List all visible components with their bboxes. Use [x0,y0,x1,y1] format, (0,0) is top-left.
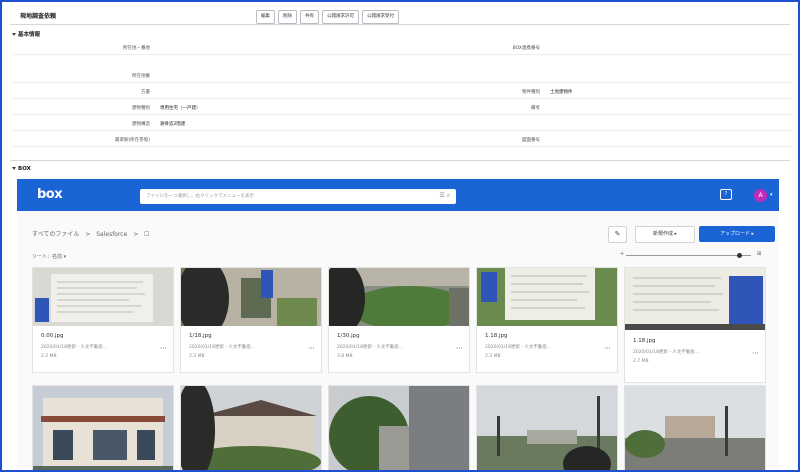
avatar[interactable]: A [754,189,767,202]
breadcrumb-separator: > [133,231,139,238]
field-value: 専用住宅（一戸建） [160,106,201,111]
file-card[interactable]: 1/30.jpg 2020/01/18更新 - 人文不動産... 3.8 MB … [328,267,470,373]
box-topbar: box ファイルを一つ選択し、右クリックでメニューを表示 ☰ ⌕ ? A ▾ [17,179,779,211]
more-options-icon[interactable]: ⋯ [456,344,463,352]
file-thumbnail [477,386,617,470]
field-row: 所在地・番地 BOX連携番号 [12,42,792,55]
breadcrumb-current: ☐ [144,231,150,238]
file-name[interactable]: 1/30.jpg [337,333,360,339]
edit-button[interactable]: 編集 [256,10,275,24]
field-value: 土地建物件 [550,90,573,95]
field-label: 図面番号 [522,138,540,143]
file-card[interactable] [180,385,322,470]
file-meta: 2020/01/18更新 - 人文不動産... [485,345,552,350]
file-name[interactable]: 0.00.jpg [41,333,64,339]
file-thumbnail [477,268,617,326]
section-divider [10,160,790,161]
file-thumbnail [181,386,321,470]
file-meta: 2020/01/18更新 - 人文不動産... [337,345,404,350]
file-size: 2.3 MB [485,354,501,359]
file-card[interactable] [32,385,174,470]
file-thumbnail [33,268,173,326]
field-row: 建物構造 鉄骨造2階建 [12,118,792,131]
field-label: 物件種別 [522,90,540,95]
more-options-icon[interactable]: ⋯ [604,344,611,352]
file-thumbnail [329,268,469,326]
file-card[interactable]: 1.18.jpg 2020/01/18更新 - 人文不動産... 2.3 MB … [476,267,618,373]
search-placeholder: ファイルを一つ選択し、右クリックでメニューを表示 [146,194,254,199]
field-label: 方書 [141,90,150,95]
box-logo[interactable]: box [37,187,63,202]
publish-approve-button[interactable]: 公開請求許可 [322,10,359,24]
sort-dropdown[interactable]: ソート：名前 ▾ [32,253,66,260]
field-row: 方書 物件種別 土地建物件 [12,86,792,99]
box-section-heading: BOX [18,166,31,172]
breadcrumb-all-files[interactable]: すべてのファイル [32,231,79,238]
breadcrumb: すべてのファイル > Salesforce > ☐ [32,229,154,238]
field-label: 備考 [531,106,540,111]
field-row: 最寄駅(所在参照) 図面番号 [12,134,792,147]
field-row: 所在地番 [12,70,792,83]
record-title: 現地調査依頼 [20,13,57,20]
file-thumbnail [181,268,321,326]
caret-down-icon [12,167,16,170]
file-thumbnail [329,386,469,470]
upload-button[interactable]: アップロード ▸ [699,226,775,242]
more-options-icon[interactable]: ⋯ [308,344,315,352]
more-options-icon[interactable]: ⋯ [752,349,759,357]
field-row: 建物種別 専用住宅（一戸建） 備考 [12,102,792,115]
file-thumbnail [625,386,765,470]
zoom-out-icon[interactable]: + [620,251,624,257]
box-search-input[interactable]: ファイルを一つ選択し、右クリックでメニューを表示 ☰ ⌕ [140,189,456,204]
field-label: 建物種別 [132,106,150,111]
box-embed: box ファイルを一つ選択し、右クリックでメニューを表示 ☰ ⌕ ? A ▾ す… [17,179,779,470]
help-icon[interactable]: ? [720,189,732,200]
zoom-slider[interactable] [626,255,751,256]
basic-section-heading: 基本情報 [18,32,41,38]
field-value: 鉄骨造2階建 [160,122,186,127]
breadcrumb-salesforce[interactable]: Salesforce [96,231,127,238]
file-meta: 2020/01/18更新 - 人文不動産... [189,345,256,350]
file-name[interactable]: 1.18.jpg [633,338,656,344]
file-card[interactable] [328,385,470,470]
field-label: 最寄駅(所在参照) [114,138,150,143]
file-size: 2.7 MB [633,359,649,364]
file-card[interactable]: 1/18.jpg 2020/01/18更新 - 人文不動産... 2.3 MB … [180,267,322,373]
delete-button[interactable]: 削除 [278,10,297,24]
file-card[interactable] [624,385,766,470]
file-card[interactable] [476,385,618,470]
breadcrumb-separator: > [85,231,91,238]
record-action-bar: 編集 削除 共有 公開請求許可 公開請求受付 [256,10,399,24]
file-meta: 2020/01/18更新 - 人文不動産... [41,345,108,350]
record-header: 現地調査依頼 編集 削除 共有 公開請求許可 公開請求受付 [2,2,798,24]
caret-down-icon [12,33,16,36]
chevron-down-icon[interactable]: ▾ [770,192,773,198]
file-thumbnail [625,268,765,330]
field-label: 所在地番 [132,74,150,79]
record-page: 現地調査依頼 編集 削除 共有 公開請求許可 公開請求受付 基本情報 所在地・番… [0,0,800,472]
file-size: 2.3 MB [189,354,205,359]
file-name[interactable]: 1/18.jpg [189,333,212,339]
field-label: 所在地・番地 [123,46,150,51]
share-button[interactable]: 共有 [300,10,319,24]
basic-section-toggle[interactable]: 基本情報 [12,30,40,38]
search-icon[interactable]: ☰ ⌕ [439,192,450,200]
edit-icon[interactable]: ✎ [608,226,627,243]
new-button[interactable]: 新規作成 ▸ [635,226,695,243]
zoom-in-icon[interactable]: ⊞ [757,251,761,257]
more-options-icon[interactable]: ⋯ [160,344,167,352]
file-card[interactable]: 1.18.jpg 2020/01/18更新 - 人文不動産... 2.7 MB … [624,267,766,383]
file-name[interactable]: 1.18.jpg [485,333,508,339]
field-label: BOX連携番号 [512,46,540,51]
box-section-toggle[interactable]: BOX [12,166,31,172]
header-divider [10,24,790,25]
file-meta: 2020/01/18更新 - 人文不動産... [633,350,700,355]
field-label: 建物構造 [132,122,150,127]
file-size: 3.8 MB [337,354,353,359]
file-size: 2.2 MB [41,354,57,359]
file-card[interactable]: 0.00.jpg 2020/01/18更新 - 人文不動産... 2.2 MB … [32,267,174,373]
publish-accept-button[interactable]: 公開請求受付 [362,10,399,24]
zoom-slider-handle[interactable] [736,253,742,258]
file-thumbnail [33,386,173,470]
